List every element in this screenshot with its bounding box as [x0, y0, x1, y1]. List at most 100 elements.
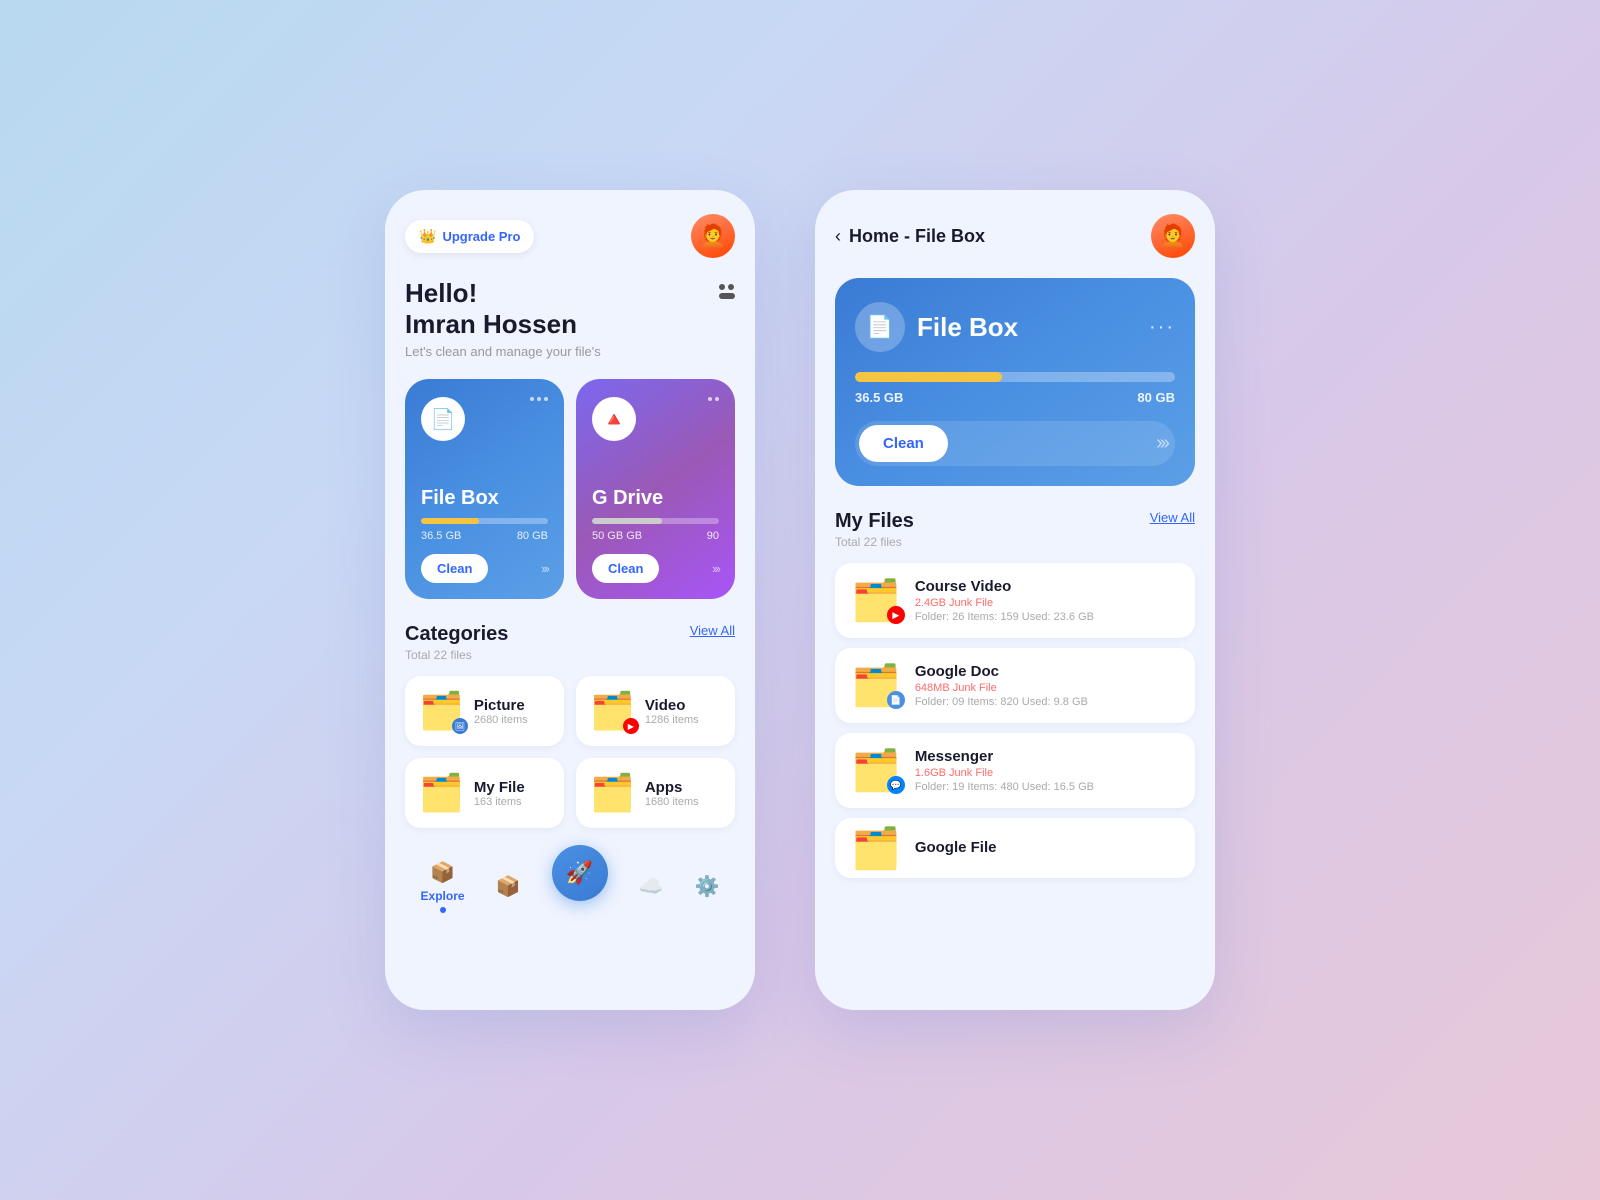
menu-icon[interactable] [719, 284, 735, 299]
filebox-more-button[interactable]: ··· [1149, 316, 1175, 339]
file-icon: 📄 [431, 407, 456, 432]
categories-sub: Total 22 files [405, 648, 508, 662]
file-list: 🗂️ ▶ Course Video 2.4GB Junk File Folder… [835, 563, 1195, 878]
gdrive-storage-labels: 50 GB GB 90 [592, 530, 719, 542]
category-video[interactable]: 🗂️ ▶ Video 1286 items [576, 676, 735, 746]
google-file-info: Google File [915, 839, 1179, 858]
bottom-nav: 📦 Explore 📦 🚀 ☁️ ⚙️ [405, 848, 735, 917]
filebox-large-clean-row: Clean ››› [855, 421, 1175, 466]
greeting-hello: Hello! [405, 278, 735, 309]
messenger-info: Messenger 1.6GB Junk File Folder: 19 Ite… [915, 748, 1179, 793]
right-phone: ‹ Home - File Box 🧑‍🦰 📄 File Box ··· 36.… [815, 190, 1215, 1010]
my-files-title: My Files [835, 510, 914, 533]
gdrive-card-small: 🔺 G Drive 50 GB GB 90 Clean ››› [576, 379, 735, 599]
back-button[interactable]: ‹ [835, 226, 841, 247]
rocket-icon: 🚀 [566, 860, 593, 886]
google-doc-junk: 648MB Junk File [915, 682, 1179, 694]
gdrive-clean-button[interactable]: Clean [592, 554, 659, 583]
filebox-large-icon: 📄 [855, 302, 905, 352]
categories-grid: 🗂️ 🖼 Picture 2680 items 🗂️ ▶ Video 1286 … [405, 676, 735, 828]
gdot1 [708, 397, 712, 401]
page-title: Home - File Box [849, 226, 985, 247]
file-item-messenger[interactable]: 🗂️ 💬 Messenger 1.6GB Junk File Folder: 1… [835, 733, 1195, 808]
fab-button[interactable]: 🚀 [552, 845, 608, 901]
nav-explore[interactable]: 📦 Explore [421, 860, 465, 913]
settings-icon: ⚙️ [695, 874, 720, 899]
gdrive-icon-small: 🔺 [592, 397, 636, 441]
course-video-badge: ▶ [887, 606, 905, 624]
avatar[interactable]: 🧑‍🦰 [691, 214, 735, 258]
filebox-card-title: File Box [421, 487, 548, 510]
filebox-total: 80 GB [517, 530, 548, 542]
file-item-google-doc[interactable]: 🗂️ 📄 Google Doc 648MB Junk File Folder: … [835, 648, 1195, 723]
filebox-bar-wrap [421, 518, 548, 524]
storage-cards-row: 📄 File Box 36.5 GB 80 GB Clean ››› [405, 379, 735, 599]
category-apps-info: Apps 1680 items [645, 779, 699, 808]
right-avatar[interactable]: 🧑‍🦰 [1151, 214, 1195, 258]
google-file-folder-wrap: 🗂️ [851, 825, 901, 872]
messenger-name: Messenger [915, 748, 1179, 765]
gdrive-clean-label: Clean [608, 561, 643, 576]
left-phone: 👑 Upgrade Pro 🧑‍🦰 Hello! Imran Hossen Le… [385, 190, 755, 1010]
video-name: Video [645, 697, 699, 714]
explore-icon: 📦 [430, 860, 455, 885]
file-doc-icon: 📄 [866, 314, 893, 340]
menu-dot-2 [728, 284, 734, 290]
gdrive-card-dots[interactable] [708, 397, 719, 401]
nav-box[interactable]: 📦 [496, 874, 521, 899]
video-count: 1286 items [645, 714, 699, 726]
card-more-dots[interactable] [530, 397, 548, 401]
back-title-group: ‹ Home - File Box [835, 226, 985, 247]
filebox-storage-labels: 36.5 GB 80 GB [421, 530, 548, 542]
box-icon: 📦 [496, 874, 521, 899]
apps-count: 1680 items [645, 796, 699, 808]
filebox-large-storage-labels: 36.5 GB 80 GB [855, 390, 1175, 405]
myfile-name: My File [474, 779, 525, 796]
myfile-folder-icon: 🗂️ [419, 772, 464, 813]
upgrade-pro-button[interactable]: 👑 Upgrade Pro [405, 220, 534, 253]
nav-settings[interactable]: ⚙️ [695, 874, 720, 899]
explore-dot [440, 907, 446, 913]
file-item-course-video[interactable]: 🗂️ ▶ Course Video 2.4GB Junk File Folder… [835, 563, 1195, 638]
filebox-large-used: 36.5 GB [855, 390, 903, 405]
course-video-info: Course Video 2.4GB Junk File Folder: 26 … [915, 578, 1179, 623]
filebox-large-card: 📄 File Box ··· 36.5 GB 80 GB Clean ››› [835, 278, 1195, 486]
gdot2 [715, 397, 719, 401]
arrows-right: ››› [541, 561, 548, 576]
google-doc-name: Google Doc [915, 663, 1179, 680]
categories-view-all[interactable]: View All [690, 623, 735, 638]
category-myfile[interactable]: 🗂️ My File 163 items [405, 758, 564, 828]
nav-cloud[interactable]: ☁️ [639, 874, 664, 899]
category-apps[interactable]: 🗂️ Apps 1680 items [576, 758, 735, 828]
apps-name: Apps [645, 779, 699, 796]
my-files-sub: Total 22 files [835, 535, 914, 549]
category-picture-info: Picture 2680 items [474, 697, 528, 726]
course-video-name: Course Video [915, 578, 1179, 595]
filebox-large-clean-button[interactable]: Clean [859, 425, 948, 462]
gdrive-icon: 🔺 [602, 407, 627, 432]
course-video-junk: 2.4GB Junk File [915, 597, 1179, 609]
filebox-used: 36.5 GB [421, 530, 461, 542]
category-picture[interactable]: 🗂️ 🖼 Picture 2680 items [405, 676, 564, 746]
gdrive-arrows: ››› [712, 561, 719, 576]
google-doc-meta: Folder: 09 Items: 820 Used: 9.8 GB [915, 696, 1179, 708]
filebox-large-clean-label: Clean [883, 435, 924, 452]
myfile-count: 163 items [474, 796, 525, 808]
messenger-badge: 💬 [887, 776, 905, 794]
filebox-large-arrows: ››› [1156, 432, 1167, 455]
my-files-title-group: My Files Total 22 files [835, 510, 914, 549]
gdrive-bar-fill [592, 518, 662, 524]
messenger-junk: 1.6GB Junk File [915, 767, 1179, 779]
avatar-image: 🧑‍🦰 [691, 214, 735, 258]
explore-label: Explore [421, 889, 465, 903]
my-files-view-all[interactable]: View All [1150, 510, 1195, 525]
filebox-large-header: 📄 File Box ··· [855, 302, 1175, 352]
categories-title-group: Categories Total 22 files [405, 623, 508, 662]
filebox-clean-label: Clean [437, 561, 472, 576]
category-myfile-info: My File 163 items [474, 779, 525, 808]
filebox-clean-button[interactable]: Clean [421, 554, 488, 583]
filebox-icon-title: 📄 File Box [855, 302, 1018, 352]
categories-header: Categories Total 22 files View All [405, 623, 735, 662]
file-item-google-file[interactable]: 🗂️ Google File [835, 818, 1195, 878]
google-doc-badge: 📄 [887, 691, 905, 709]
